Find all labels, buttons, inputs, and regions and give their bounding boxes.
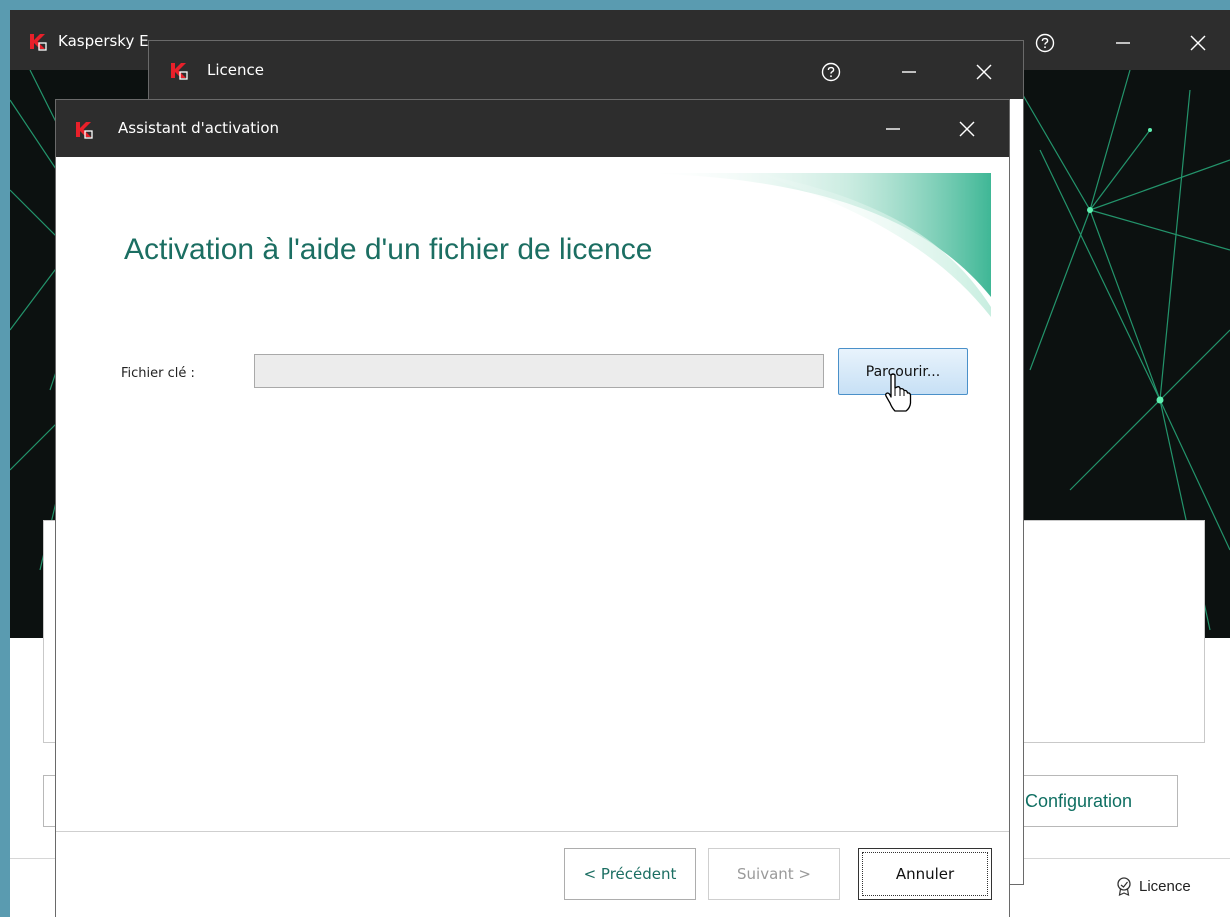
wizard-close-button[interactable]: [952, 114, 982, 144]
close-icon: [1190, 35, 1206, 51]
wizard-titlebar[interactable]: Assistant d'activation: [56, 100, 1009, 157]
licence-titlebar[interactable]: Licence: [149, 41, 1023, 99]
help-icon: [1035, 33, 1055, 53]
wizard-title: Assistant d'activation: [118, 119, 280, 137]
next-button[interactable]: Suivant >: [708, 848, 840, 900]
main-minimize-button[interactable]: [1108, 28, 1138, 58]
licence-link-label: Licence: [1139, 877, 1191, 895]
licence-link[interactable]: Licence: [1115, 876, 1191, 896]
licence-close-button[interactable]: [969, 57, 999, 87]
wizard-heading: Activation à l'aide d'un fichier de lice…: [124, 233, 653, 266]
focus-rectangle: [862, 852, 988, 896]
help-icon: [821, 62, 841, 82]
close-icon: [976, 64, 992, 80]
kaspersky-logo-icon: [76, 122, 93, 139]
kaspersky-logo-icon: [30, 34, 47, 51]
minimize-icon: [886, 128, 900, 130]
activation-wizard-dialog: Assistant d'activation Activation à l'ai…: [55, 99, 1010, 917]
licence-minimize-button[interactable]: [894, 57, 924, 87]
close-icon: [959, 121, 975, 137]
configuration-button[interactable]: Configuration: [1010, 775, 1178, 827]
minimize-icon: [902, 71, 916, 73]
wizard-minimize-button[interactable]: [878, 114, 908, 144]
licence-help-button[interactable]: [816, 57, 846, 87]
hand-cursor-icon: [885, 373, 912, 412]
kaspersky-logo-icon: [171, 63, 188, 80]
key-file-label: Fichier clé :: [121, 366, 195, 381]
previous-button[interactable]: < Précédent: [564, 848, 696, 900]
cancel-button[interactable]: Annuler: [858, 848, 992, 900]
ribbon-icon: [1117, 877, 1131, 896]
licence-window-title: Licence: [207, 61, 264, 79]
main-window-title: Kaspersky Endpoint Security for Windows: [58, 32, 148, 50]
main-close-button[interactable]: [1183, 28, 1213, 58]
key-file-input[interactable]: [254, 354, 824, 388]
minimize-icon: [1116, 42, 1130, 44]
main-help-button[interactable]: [1030, 28, 1060, 58]
